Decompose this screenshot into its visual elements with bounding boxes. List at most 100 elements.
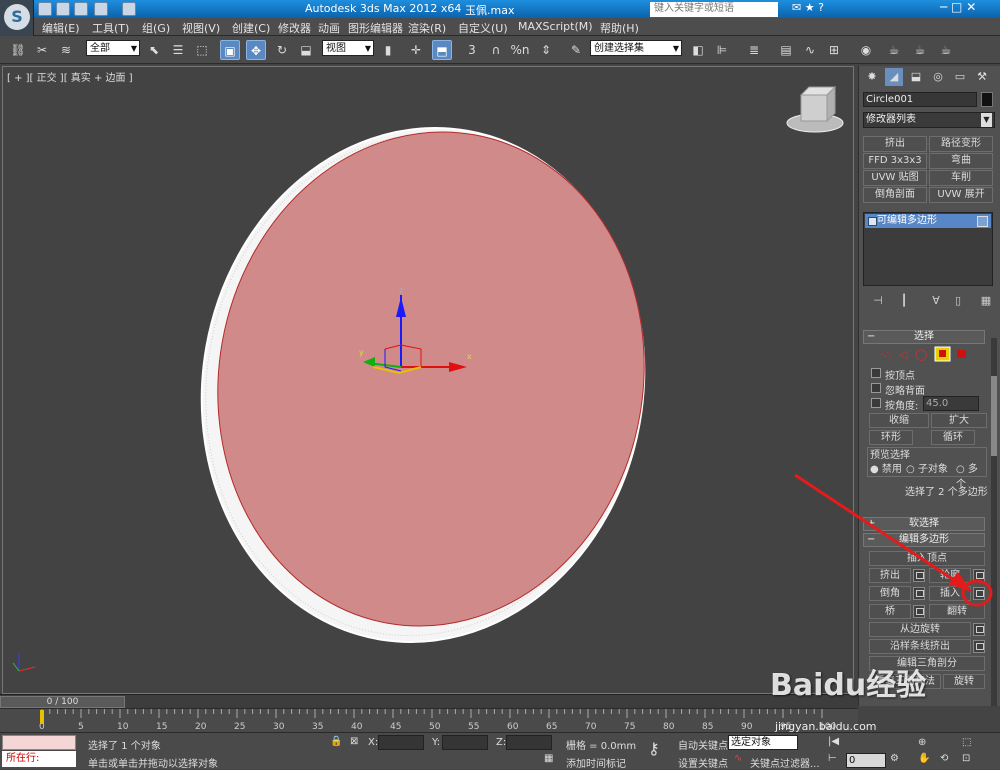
current-frame-field[interactable]: 0 (846, 753, 886, 768)
panel-scroll-thumb[interactable] (991, 376, 997, 456)
viewcube-icon[interactable] (786, 85, 844, 133)
spinner-snap-icon[interactable]: ⇕ (536, 40, 556, 60)
ignore-backface-checkbox[interactable] (871, 383, 881, 393)
key-selection-dropdown[interactable]: 选定对象 (728, 735, 798, 750)
maximize-viewport-icon[interactable]: ⊡ (962, 753, 970, 764)
border-level-icon[interactable]: ◯ (915, 348, 927, 361)
pan-view-icon[interactable]: ✋ (918, 753, 930, 764)
hinge-settings-button[interactable] (973, 623, 985, 636)
bridge-button[interactable]: 桥 (869, 604, 911, 619)
maxscript-listener-mini[interactable] (2, 735, 76, 750)
infocenter-icons[interactable]: ✉ ★ ? (792, 1, 824, 14)
key-mode-toggle-icon[interactable]: ⊢ (828, 753, 837, 764)
modifier-list-dropdown[interactable]: 修改器列表 (863, 112, 995, 128)
preview-subobj-radio[interactable]: ○ 子对象 (906, 460, 948, 475)
grow-button[interactable]: 扩大 (931, 413, 987, 428)
loop-button[interactable]: 循环 (931, 430, 975, 445)
inset-button[interactable]: 插入 (929, 586, 971, 601)
edit-polygons-rollout-header[interactable]: − 编辑多边形 (863, 533, 985, 547)
help-search-input[interactable]: 键入关键字或短语 (650, 2, 778, 17)
object-color-swatch[interactable] (981, 92, 993, 107)
vertex-level-icon[interactable]: ·∴ (881, 348, 892, 361)
add-time-tag[interactable]: 添加时间标记 (566, 755, 626, 770)
motion-tab-icon[interactable]: ◎ (929, 68, 947, 86)
save-file-icon[interactable] (74, 2, 88, 16)
shrink-button[interactable]: 收缩 (869, 413, 929, 428)
select-move-icon[interactable]: ✥ (246, 40, 266, 60)
edge-level-icon[interactable]: ◁ (899, 348, 908, 361)
menu-modifiers[interactable]: 修改器 (278, 20, 311, 36)
z-coord-field[interactable] (506, 735, 552, 750)
menu-maxscript[interactable]: MAXScript(M) (518, 20, 593, 33)
set-key-button[interactable]: 设置关键点 (678, 755, 728, 770)
extrude-along-spline-button[interactable]: 沿样条线挤出 (869, 639, 971, 654)
auto-key-button[interactable]: 自动关键点 (678, 737, 728, 752)
modifier-bend-button[interactable]: 弯曲 (929, 153, 993, 169)
link-icon[interactable]: ⛓ (8, 40, 28, 60)
disc-object[interactable] (162, 93, 685, 678)
outline-settings-button[interactable] (973, 569, 985, 582)
display-tab-icon[interactable]: ▭ (951, 68, 969, 86)
menu-customize[interactable]: 自定义(U) (458, 20, 508, 36)
menu-help[interactable]: 帮助(H) (600, 20, 639, 36)
preview-off-radio[interactable]: ● 禁用 (870, 460, 902, 475)
open-file-icon[interactable] (56, 2, 70, 16)
hierarchy-tab-icon[interactable]: ⬓ (907, 68, 925, 86)
window-controls[interactable]: ─ □ ✕ (940, 0, 976, 14)
by-angle-checkbox[interactable] (871, 398, 881, 408)
create-tab-icon[interactable]: ✸ (863, 68, 881, 86)
reference-coord-dropdown[interactable]: 视图 (322, 40, 374, 56)
layer-manager-icon[interactable]: ≣ (744, 40, 764, 60)
modifier-unwrapuvw-button[interactable]: UVW 展开 (929, 187, 993, 203)
goto-start-icon[interactable]: |◀ (828, 736, 839, 747)
zoom-extents-icon[interactable]: ⬚ (962, 737, 971, 748)
current-frame-marker[interactable] (40, 710, 44, 724)
absolute-mode-icon[interactable]: ⊠ (350, 736, 358, 747)
keyboard-shortcut-toggle-icon[interactable]: ⬒ (432, 40, 452, 60)
render-production-icon[interactable]: ☕ (936, 40, 956, 60)
bind-spacewarp-icon[interactable]: ≋ (56, 40, 76, 60)
extrude-spline-settings-button[interactable] (973, 640, 985, 653)
key-mode-icon[interactable]: ∿ (734, 753, 742, 764)
time-slider[interactable]: 0 / 100 (0, 696, 125, 708)
by-vertex-checkbox[interactable] (871, 368, 881, 378)
menu-views[interactable]: 视图(V) (182, 20, 220, 36)
track-bar[interactable]: 0 5 10 15 20 25 30 35 40 45 50 55 60 65 70 75 80 85 90 95 10… (0, 708, 858, 732)
select-scale-icon[interactable]: ⬓ (296, 40, 316, 60)
modifier-extrude-button[interactable]: 挤出 (863, 136, 927, 152)
mirror-icon[interactable]: ◧ (688, 40, 708, 60)
align-icon[interactable]: ⊫ (712, 40, 732, 60)
selection-filter-dropdown[interactable]: 全部 (86, 40, 140, 56)
x-coord-field[interactable] (378, 735, 424, 750)
make-unique-icon[interactable]: ∀ (929, 294, 943, 308)
menu-group[interactable]: 组(G) (142, 20, 170, 36)
new-file-icon[interactable] (38, 2, 52, 16)
set-key-icon[interactable]: ⚷ (648, 739, 660, 758)
modify-tab-icon[interactable]: ◢ (885, 68, 903, 86)
menu-tools[interactable]: 工具(T) (92, 20, 129, 36)
orbit-icon[interactable]: ⟲ (940, 753, 948, 764)
utilities-tab-icon[interactable]: ⚒ (973, 68, 991, 86)
render-setup-icon[interactable]: ☕ (884, 40, 904, 60)
modifier-uvwmap-button[interactable]: UVW 贴图 (863, 170, 927, 186)
time-tag-icon[interactable]: ▦ (544, 753, 553, 764)
snaps-toggle-icon[interactable]: 3 (462, 40, 482, 60)
menu-animation[interactable]: 动画 (318, 20, 340, 36)
edit-named-selection-icon[interactable]: ✎ (566, 40, 586, 60)
selection-rollout-header[interactable]: − 选择 (863, 330, 985, 344)
bevel-button[interactable]: 倒角 (869, 586, 911, 601)
menu-edit[interactable]: 编辑(E) (42, 20, 80, 36)
curve-editor-icon[interactable]: ∿ (800, 40, 820, 60)
lock-selection-icon[interactable]: 🔒 (330, 736, 342, 747)
flip-button[interactable]: 翻转 (929, 604, 985, 619)
window-crossing-icon[interactable]: ▣ (220, 40, 240, 60)
extrude-button[interactable]: 挤出 (869, 568, 911, 583)
modifier-lathe-button[interactable]: 车削 (929, 170, 993, 186)
time-config-icon[interactable]: ⚙ (890, 753, 899, 764)
rect-selection-icon[interactable]: ⬚ (192, 40, 212, 60)
select-object-icon[interactable]: ⬉ (144, 40, 164, 60)
rendered-frame-icon[interactable]: ☕ (910, 40, 930, 60)
perspective-viewport[interactable]: [ + ][ 正交 ][ 真实 + 边面 ] z x y (2, 66, 854, 694)
named-selection-set-dropdown[interactable]: 创建选择集 (590, 40, 682, 56)
app-menu-button[interactable]: S (0, 0, 34, 36)
